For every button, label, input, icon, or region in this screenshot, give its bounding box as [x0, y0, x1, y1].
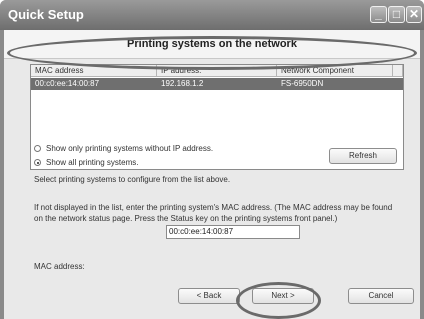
radio-show-all[interactable]: Show all printing systems. [34, 158, 138, 167]
dialog-body: Printing systems on the network MAC addr… [4, 30, 420, 319]
row-component: FS-6950DN [281, 79, 324, 88]
manual-instruction-line2: on the network status page. Press the St… [34, 214, 338, 223]
row-mac: 00:c0:ee:14:00:87 [35, 79, 100, 88]
refresh-button[interactable]: Refresh [329, 148, 397, 164]
radio-button-icon[interactable] [34, 145, 41, 153]
minimize-icon: _ [375, 7, 382, 21]
column-header-ip[interactable]: IP address: [157, 65, 277, 77]
minimize-button[interactable]: _ [370, 6, 387, 23]
maximize-button[interactable]: □ [388, 6, 405, 23]
row-ip: 192.168.1.2 [161, 79, 204, 88]
mac-address-input[interactable]: 00:c0:ee:14:00:87 [166, 225, 300, 239]
quick-setup-window: Quick Setup _ □ ✕ Printing systems on th… [0, 0, 424, 319]
dialog-header: Printing systems on the network [4, 30, 420, 59]
cancel-button[interactable]: Cancel [348, 288, 414, 304]
back-button[interactable]: < Back [178, 288, 240, 304]
page-title: Printing systems on the network [127, 38, 297, 50]
maximize-icon: □ [392, 7, 401, 21]
window-title: Quick Setup [8, 7, 84, 22]
close-icon: ✕ [408, 7, 420, 21]
list-item[interactable]: 00:c0:ee:14:00:87 192.168.1.2 FS-6950DN [31, 78, 403, 90]
radio-label: Show only printing systems without IP ad… [46, 144, 214, 153]
radio-without-ip[interactable]: Show only printing systems without IP ad… [34, 144, 213, 153]
radio-label: Show all printing systems. [46, 158, 139, 167]
next-button[interactable]: Next > [252, 288, 314, 304]
column-header-filler [393, 65, 403, 77]
column-header-mac[interactable]: MAC address [31, 65, 157, 77]
close-button[interactable]: ✕ [406, 6, 422, 23]
title-bar[interactable]: Quick Setup _ □ ✕ [0, 0, 424, 30]
manual-instruction-line1: If not displayed in the list, enter the … [34, 203, 393, 212]
column-header-component[interactable]: Network Component [277, 65, 393, 77]
radio-button-selected-icon[interactable] [34, 159, 41, 167]
select-instruction: Select printing systems to configure fro… [34, 175, 231, 184]
mac-address-label: MAC address: [34, 262, 85, 271]
